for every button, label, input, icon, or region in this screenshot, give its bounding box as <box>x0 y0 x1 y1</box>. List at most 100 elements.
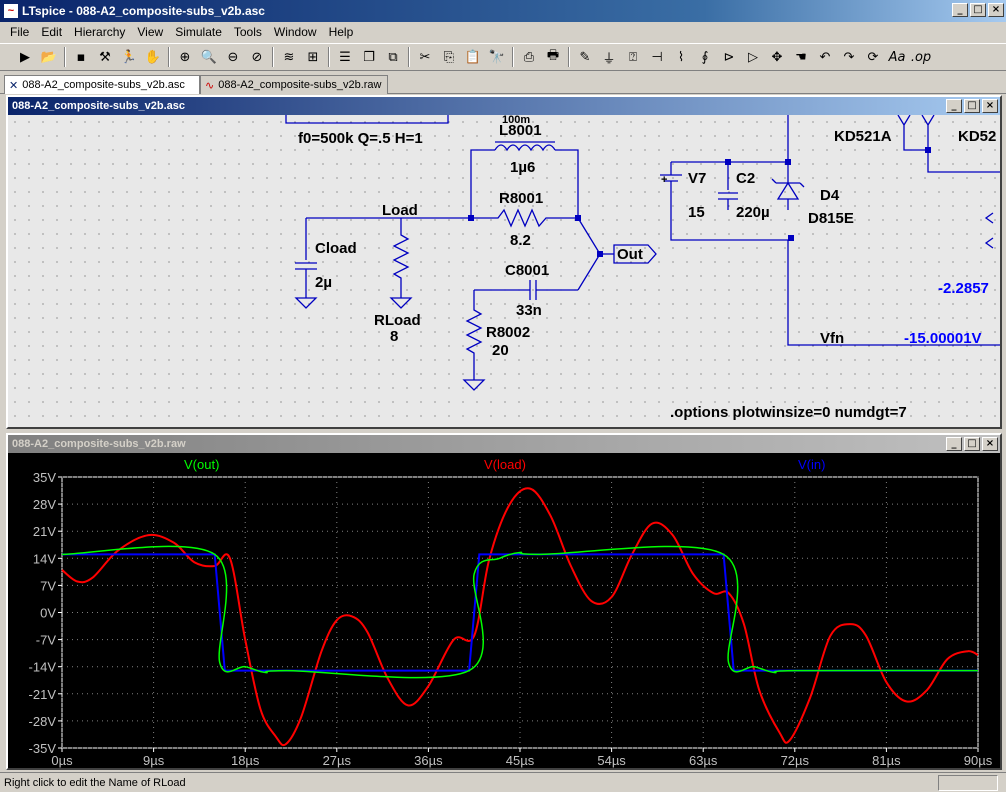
net-label-vfn[interactable]: Vfn <box>820 330 844 347</box>
y-tick-label: 7V <box>40 578 56 593</box>
cascade-icon[interactable]: ❐ <box>358 46 380 68</box>
waveform-chart[interactable]: 35V28V21V14V7V0V-7V-14V-21V-28V-35V 0µs 9… <box>8 453 1000 768</box>
C8001-value[interactable]: 33n <box>516 302 542 319</box>
run-icon[interactable]: 🏃 <box>118 46 140 68</box>
schematic-canvas[interactable]: f0=500k Q=.5 H=1 100m L8001 1µ6 R8001 8.… <box>8 114 1000 427</box>
y-axis-ticks: 35V28V21V14V7V0V-7V-14V-21V-28V-35V <box>29 470 62 756</box>
spice-directive-text[interactable]: .options plotwinsize=0 numdgt=7 <box>670 404 907 421</box>
hammer-icon[interactable]: ⚒ <box>94 46 116 68</box>
schematic-close-button[interactable]: × <box>982 99 998 113</box>
spice-directive-icon[interactable]: .op <box>910 46 932 68</box>
R8001-value[interactable]: 8.2 <box>510 232 531 249</box>
tile-v-icon[interactable]: ⧉ <box>382 46 404 68</box>
copy-icon[interactable]: ⎘ <box>438 46 460 68</box>
menu-edit[interactable]: Edit <box>35 25 68 39</box>
print-preview-icon[interactable]: ⎙ <box>518 46 540 68</box>
legend-vin[interactable]: V(in) <box>798 457 825 472</box>
find-icon[interactable]: 🔭 <box>486 46 508 68</box>
move-icon[interactable]: ✥ <box>766 46 788 68</box>
resistor-icon[interactable]: ⌇ <box>670 46 692 68</box>
net-label-out[interactable]: Out <box>617 246 643 263</box>
zoom-area-icon[interactable]: 🔍 <box>198 46 220 68</box>
R8002-name[interactable]: R8002 <box>486 324 530 341</box>
KD52-name[interactable]: KD52 <box>958 128 996 145</box>
waveform-plot-area[interactable]: 35V 28V 21V 14V 7V 0V -7V -14V -21V -28V -35V 0µs 9… <box>8 453 1000 768</box>
zoom-cancel-icon[interactable]: ⊘ <box>246 46 268 68</box>
x-tick-label: 90µs <box>964 753 993 768</box>
save-icon[interactable]: ▪ <box>70 46 92 68</box>
x-tick-label: 9µs <box>143 753 165 768</box>
diode-icon[interactable]: ⊳ <box>718 46 740 68</box>
text-icon[interactable]: Aa <box>886 46 908 68</box>
cut-icon[interactable]: ✂ <box>414 46 436 68</box>
menu-simulate[interactable]: Simulate <box>169 25 228 39</box>
x-axis-ticks: 0µs 9µs 18µs 27µs 36µs 45µs 54µs 63µs 72µs 81µs 90… <box>51 748 993 768</box>
KD521A-name[interactable]: KD521A <box>834 128 892 145</box>
schematic-minimize-button[interactable]: _ <box>946 99 962 113</box>
x-tick-label: 63µs <box>689 753 718 768</box>
D4-name[interactable]: D4 <box>820 187 840 204</box>
menu-view[interactable]: View <box>131 25 169 39</box>
menu-hierarchy[interactable]: Hierarchy <box>68 25 131 39</box>
close-button[interactable]: × <box>988 3 1004 17</box>
waveform-minimize-button[interactable]: _ <box>946 437 962 451</box>
component-icon[interactable]: ▷ <box>742 46 764 68</box>
autorange-icon[interactable]: ≋ <box>278 46 300 68</box>
x-tick-label: 54µs <box>597 753 626 768</box>
legend-vload[interactable]: V(load) <box>484 457 526 472</box>
L8001-value[interactable]: 1µ6 <box>510 159 535 176</box>
menu-tools[interactable]: Tools <box>228 25 268 39</box>
minimize-button[interactable]: _ <box>952 3 968 17</box>
trace-vload[interactable] <box>61 487 979 747</box>
pencil-icon[interactable]: ✎ <box>574 46 596 68</box>
redo-icon[interactable]: ↷ <box>838 46 860 68</box>
status-text: Right click to edit the Name of RLoad <box>4 776 186 789</box>
x-tick-label: 36µs <box>414 753 443 768</box>
rotate-icon[interactable]: ⟳ <box>862 46 884 68</box>
waveform-close-button[interactable]: × <box>982 437 998 451</box>
inductor-icon[interactable]: ∮ <box>694 46 716 68</box>
toolbar-separator <box>568 47 570 67</box>
x-tick-label: 0µs <box>51 753 73 768</box>
grid-icon[interactable]: ⊞ <box>302 46 324 68</box>
toolbar: ▶ 📂 ▪ ⚒ 🏃 ✋ ⊕ 🔍 ⊖ ⊘ ≋ ⊞ ☰ ❐ ⧉ ✂ ⎘ 📋 🔭 ⎙ … <box>0 43 1006 71</box>
capacitor-icon[interactable]: ⊣ <box>646 46 668 68</box>
legend-vout[interactable]: V(out) <box>184 457 219 472</box>
C8001-name[interactable]: C8001 <box>505 262 549 279</box>
D4-value[interactable]: D815E <box>808 210 854 227</box>
Cload-name[interactable]: Cload <box>315 240 357 257</box>
tab-schematic[interactable]: ✕ 088-A2_composite-subs_v2b.asc <box>4 75 200 94</box>
C2-value[interactable]: 220µ <box>736 204 770 221</box>
maximize-button[interactable]: □ <box>970 3 986 17</box>
V7-value[interactable]: 15 <box>688 204 705 221</box>
open-icon[interactable]: 📂 <box>38 46 60 68</box>
RLoad-name[interactable]: RLoad <box>374 312 421 329</box>
RLoad-value[interactable]: 8 <box>390 328 398 345</box>
waveform-maximize-button[interactable]: □ <box>964 437 980 451</box>
L8001-name[interactable]: L8001 <box>499 122 542 139</box>
R8001-name[interactable]: R8001 <box>499 190 543 207</box>
ground-icon[interactable]: ⏚ <box>598 46 620 68</box>
undo-icon[interactable]: ↶ <box>814 46 836 68</box>
label-icon[interactable]: ⍰ <box>622 46 644 68</box>
schematic-title: 088-A2_composite-subs_v2b.asc <box>12 100 186 112</box>
paste-icon[interactable]: 📋 <box>462 46 484 68</box>
menu-window[interactable]: Window <box>268 25 323 39</box>
tile-h-icon[interactable]: ☰ <box>334 46 356 68</box>
C2-name[interactable]: C2 <box>736 170 755 187</box>
R8002-value[interactable]: 20 <box>492 342 509 359</box>
y-tick-label: -7V <box>36 633 57 648</box>
V7-name[interactable]: V7 <box>688 170 706 187</box>
zoom-in-icon[interactable]: ⊕ <box>174 46 196 68</box>
Cload-value[interactable]: 2µ <box>315 274 332 291</box>
new-icon[interactable]: ▶ <box>14 46 36 68</box>
drag-icon[interactable]: ☚ <box>790 46 812 68</box>
schematic-maximize-button[interactable]: □ <box>964 99 980 113</box>
zoom-out-icon[interactable]: ⊖ <box>222 46 244 68</box>
print-icon[interactable]: 🖶 <box>542 46 564 68</box>
menu-file[interactable]: File <box>4 25 35 39</box>
menu-help[interactable]: Help <box>323 25 360 39</box>
tab-waveform[interactable]: ∿ 088-A2_composite-subs_v2b.raw <box>200 75 388 94</box>
pan-icon[interactable]: ✋ <box>142 46 164 68</box>
net-label-load[interactable]: Load <box>382 202 418 219</box>
